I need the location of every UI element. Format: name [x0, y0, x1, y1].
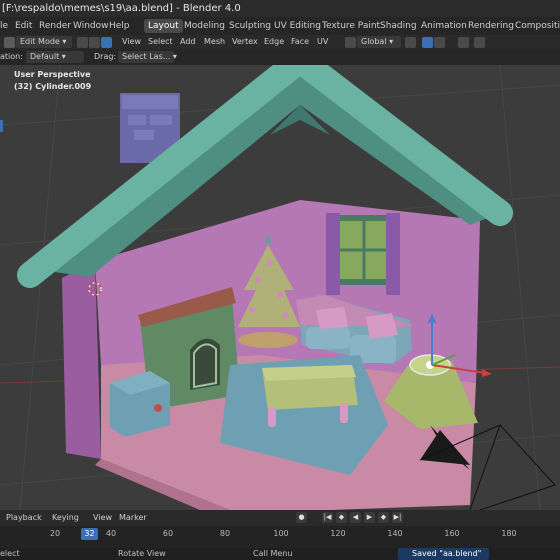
top-menu-bar: le Edit Render Window Help Layout Modeli… [0, 17, 560, 35]
tab-modeling[interactable]: Modeling [180, 19, 229, 33]
drag-label: Drag: [94, 52, 117, 61]
menu-face[interactable]: Face [291, 35, 309, 49]
record-button[interactable]: ● [296, 512, 307, 523]
snap-toggle-icon[interactable] [422, 37, 433, 48]
tab-rendering[interactable]: Rendering [464, 19, 518, 33]
vertex-select-icon[interactable] [77, 37, 88, 48]
menu-file[interactable]: le [0, 17, 8, 35]
jump-start-icon[interactable]: |◀ [322, 512, 333, 523]
toolbar-edge-indicator[interactable] [0, 120, 3, 132]
object-info-label: (32) Cylinder.009 [14, 82, 92, 91]
timeline-ruler[interactable]: 20 32 40 60 80 100 120 140 160 180 [0, 526, 560, 548]
save-notification: Saved "aa.blend" [398, 548, 490, 560]
viewport-header: Edit Mode ▾ View Select Add Mesh Vertex … [0, 35, 560, 49]
tab-texture-paint[interactable]: Texture Paint [318, 19, 384, 33]
frame-tick: 100 [273, 529, 289, 538]
menu-mesh[interactable]: Mesh [204, 35, 225, 49]
frame-tick: 160 [444, 529, 460, 538]
snap-options-icon[interactable] [434, 37, 445, 48]
drag-dropdown[interactable]: Select Las... ▾ [118, 51, 177, 63]
tool-settings-bar: ation: Default ▾ Drag: Select Las... ▾ [0, 49, 560, 65]
play-reverse-icon[interactable]: ◀ [350, 512, 361, 523]
tab-uv-editing[interactable]: UV Editing [270, 19, 325, 33]
orientation-value: Default [30, 52, 60, 61]
tab-animation[interactable]: Animation [417, 19, 471, 33]
status-rotate-hint: Rotate View [118, 549, 166, 558]
menu-add[interactable]: Add [180, 35, 196, 49]
edge-select-icon[interactable] [89, 37, 100, 48]
menu-playback[interactable]: Playback [6, 510, 42, 526]
window-title-bar: [F:\respaldo\memes\s19\aa.blend] - Blend… [0, 0, 560, 17]
status-menu-hint: Call Menu [253, 549, 293, 558]
timeline-header: Playback Keying View Marker ● |◀ ◆ ◀ ▶ ◆… [0, 510, 560, 526]
frame-tick: 120 [330, 529, 346, 538]
tab-compositing[interactable]: Compositing [511, 19, 560, 33]
menu-window[interactable]: Window [73, 17, 109, 35]
menu-edit[interactable]: Edit [15, 17, 32, 35]
menu-help[interactable]: Help [109, 17, 130, 35]
frame-tick: 140 [387, 529, 403, 538]
frame-tick: 40 [105, 529, 117, 538]
menu-vertex[interactable]: Vertex [232, 35, 258, 49]
transform-orientation-dropdown[interactable]: Global ▾ [357, 36, 401, 48]
menu-timeline-view[interactable]: View [93, 510, 112, 526]
menu-render[interactable]: Render [39, 17, 71, 35]
tab-shading[interactable]: Shading [376, 19, 421, 33]
view-name-label: User Perspective [14, 70, 91, 79]
menu-edge[interactable]: Edge [264, 35, 284, 49]
window-title: [F:\respaldo\memes\s19\aa.blend] - Blend… [2, 3, 241, 14]
frame-tick: 180 [501, 529, 517, 538]
scene-render [0, 65, 560, 510]
menu-keying[interactable]: Keying [52, 510, 79, 526]
frame-tick: 20 [49, 529, 61, 538]
status-bar: elect Rotate View Call Menu Saved "aa.bl… [0, 548, 560, 560]
menu-select[interactable]: Select [148, 35, 173, 49]
menu-uv[interactable]: UV [317, 35, 328, 49]
mode-label: Edit Mode [20, 37, 60, 46]
left-wall [62, 261, 101, 459]
tab-sculpting[interactable]: Sculpting [225, 19, 275, 33]
falloff-icon[interactable] [474, 37, 485, 48]
menu-marker[interactable]: Marker [119, 510, 147, 526]
play-icon[interactable]: ▶ [364, 512, 375, 523]
prev-keyframe-icon[interactable]: ◆ [336, 512, 347, 523]
orientation-label: ation: [0, 52, 23, 61]
transform-orientation-icon[interactable] [345, 37, 356, 48]
frame-tick: 80 [219, 529, 231, 538]
pivot-point-icon[interactable] [405, 37, 416, 48]
editor-type-icon[interactable] [4, 37, 15, 48]
proportional-edit-icon[interactable] [458, 37, 469, 48]
current-frame-indicator[interactable]: 32 [81, 528, 98, 540]
orientation-dropdown[interactable]: Default ▾ [26, 51, 84, 63]
tab-layout[interactable]: Layout [144, 19, 183, 33]
frame-tick: 60 [162, 529, 174, 538]
side-cabinet [110, 371, 170, 437]
next-keyframe-icon[interactable]: ◆ [378, 512, 389, 523]
drag-value: Select Las... [122, 52, 171, 61]
status-select-hint: elect [0, 549, 20, 558]
mode-dropdown[interactable]: Edit Mode ▾ [16, 36, 72, 48]
jump-end-icon[interactable]: ▶| [392, 512, 403, 523]
3d-viewport[interactable]: User Perspective (32) Cylinder.009 [0, 65, 560, 510]
transform-orientation-label: Global [361, 37, 387, 46]
window [326, 213, 400, 295]
menu-view[interactable]: View [122, 35, 141, 49]
face-select-icon[interactable] [101, 37, 112, 48]
